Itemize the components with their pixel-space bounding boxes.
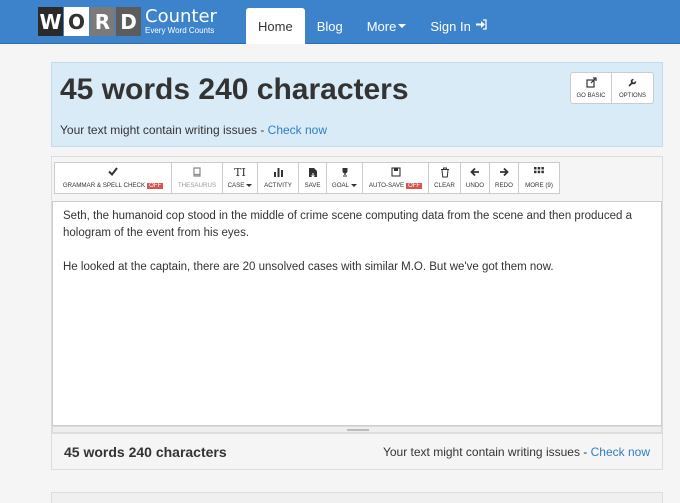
- save-label: SAVE: [304, 182, 321, 189]
- nav-blog[interactable]: Blog: [305, 8, 355, 44]
- logo-letter-w: W: [38, 7, 63, 36]
- clear-label: CLEAR: [434, 182, 455, 189]
- external-link-icon: [585, 77, 597, 91]
- logo-counter: Counter: [145, 6, 217, 27]
- logo-letter-o: O: [64, 7, 89, 36]
- go-basic-label: GO BASIC: [576, 93, 606, 99]
- case-caret-icon: [246, 184, 253, 187]
- logo-letter-r: R: [90, 7, 115, 36]
- more-tools-label: MORE (9): [525, 182, 553, 189]
- goal-label-row: GOAL: [331, 182, 358, 189]
- logo-letter-d: D: [116, 7, 141, 36]
- trophy-icon: [340, 167, 350, 179]
- activity-label: ACTIVITY: [264, 182, 292, 189]
- more-tools-button[interactable]: MORE (9): [518, 162, 560, 194]
- options-button[interactable]: OPTIONS: [612, 72, 654, 104]
- autosave-label: AUTO-SAVE: [368, 182, 405, 189]
- case-label: CASE: [227, 182, 245, 189]
- writing-issues-notice: Your text might contain writing issues -…: [60, 123, 327, 137]
- nav-home[interactable]: Home: [246, 8, 305, 44]
- editor-paragraph-1: Seth, the humanoid cop stood in the midd…: [63, 210, 632, 239]
- goal-label: GOAL: [331, 182, 350, 189]
- grammar-off-badge: OFF: [147, 182, 164, 189]
- redo-label: REDO: [495, 182, 513, 189]
- trash-icon: [440, 167, 450, 179]
- autosave-off-badge: OFF: [406, 182, 423, 189]
- nav-more[interactable]: More: [355, 8, 419, 44]
- logo-text: Counter Every Word Counts: [145, 8, 217, 35]
- nav-more-label: More: [366, 18, 397, 34]
- editor-panel: GRAMMAR & SPELL CHECK OFF THESAURUS TI CA…: [51, 156, 663, 434]
- text-editor[interactable]: Seth, the humanoid cop stood in the midd…: [52, 201, 662, 426]
- issues-text: Your text might contain writing issues -: [60, 123, 268, 137]
- caret-down-icon: [398, 24, 407, 28]
- grid-icon: [534, 167, 544, 179]
- redo-button[interactable]: REDO: [489, 162, 519, 194]
- case-button[interactable]: TI CASE: [222, 162, 258, 194]
- undo-label: UNDO: [465, 182, 485, 189]
- options-label: OPTIONS: [618, 93, 646, 99]
- navbar: W O R D Counter Every Word Counts Home B…: [0, 0, 680, 44]
- auto-save-button[interactable]: AUTO-SAVE OFF: [362, 162, 429, 194]
- clear-button[interactable]: CLEAR: [428, 162, 461, 194]
- activity-button[interactable]: ACTIVITY: [257, 162, 299, 194]
- word-character-count: 45 words 240 characters: [60, 73, 409, 106]
- sign-in-icon: [475, 19, 487, 33]
- next-panel: [51, 492, 663, 503]
- arrow-left-icon: [470, 167, 480, 179]
- editor-paragraph-2: He looked at the captain, there are 20 u…: [63, 261, 554, 273]
- save-button[interactable]: SAVE: [298, 162, 327, 194]
- check-icon: [108, 167, 118, 179]
- bottom-check-now-link[interactable]: Check now: [591, 445, 650, 459]
- logo[interactable]: W O R D Counter Every Word Counts: [38, 6, 217, 37]
- editor-toolbar: GRAMMAR & SPELL CHECK OFF THESAURUS TI CA…: [54, 162, 560, 194]
- grammar-check-button[interactable]: GRAMMAR & SPELL CHECK OFF: [54, 162, 172, 194]
- bar-chart-icon: [273, 167, 284, 179]
- undo-button[interactable]: UNDO: [460, 162, 490, 194]
- thesaurus-button[interactable]: THESAURUS: [171, 162, 223, 194]
- grip-icon: [347, 429, 369, 431]
- grammar-label: GRAMMAR & SPELL CHECK: [62, 182, 146, 189]
- bottom-word-count: 45 words 240 characters: [64, 444, 227, 460]
- check-now-link[interactable]: Check now: [268, 123, 327, 137]
- bottom-issues-notice: Your text might contain writing issues -…: [383, 445, 650, 459]
- autosave-label-row: AUTO-SAVE OFF: [368, 182, 423, 189]
- save-file-icon: [308, 167, 318, 179]
- summary-panel: 45 words 240 characters Your text might …: [51, 62, 663, 147]
- book-icon: [192, 167, 202, 179]
- top-button-group: GO BASIC OPTIONS: [570, 72, 654, 104]
- goal-button[interactable]: GOAL: [326, 162, 363, 194]
- goal-caret-icon: [351, 184, 358, 187]
- floppy-icon: [390, 167, 401, 179]
- bottom-summary-bar: 45 words 240 characters Your text might …: [51, 434, 663, 470]
- text-case-icon: TI: [234, 166, 246, 179]
- wrench-icon: [627, 77, 638, 91]
- logo-tagline: Every Word Counts: [145, 26, 215, 35]
- editor-resize-handle[interactable]: [52, 426, 662, 433]
- nav-signin-label: Sign In: [430, 18, 471, 34]
- main-nav: Home Blog More Sign In: [246, 8, 499, 44]
- case-label-row: CASE: [228, 182, 253, 189]
- go-basic-button[interactable]: GO BASIC: [570, 72, 612, 104]
- grammar-label-row: GRAMMAR & SPELL CHECK OFF: [62, 182, 164, 189]
- arrow-right-icon: [499, 167, 509, 179]
- nav-signin[interactable]: Sign In: [418, 8, 498, 44]
- thesaurus-label: THESAURUS: [177, 182, 217, 189]
- bottom-issues-text: Your text might contain writing issues -: [382, 445, 591, 459]
